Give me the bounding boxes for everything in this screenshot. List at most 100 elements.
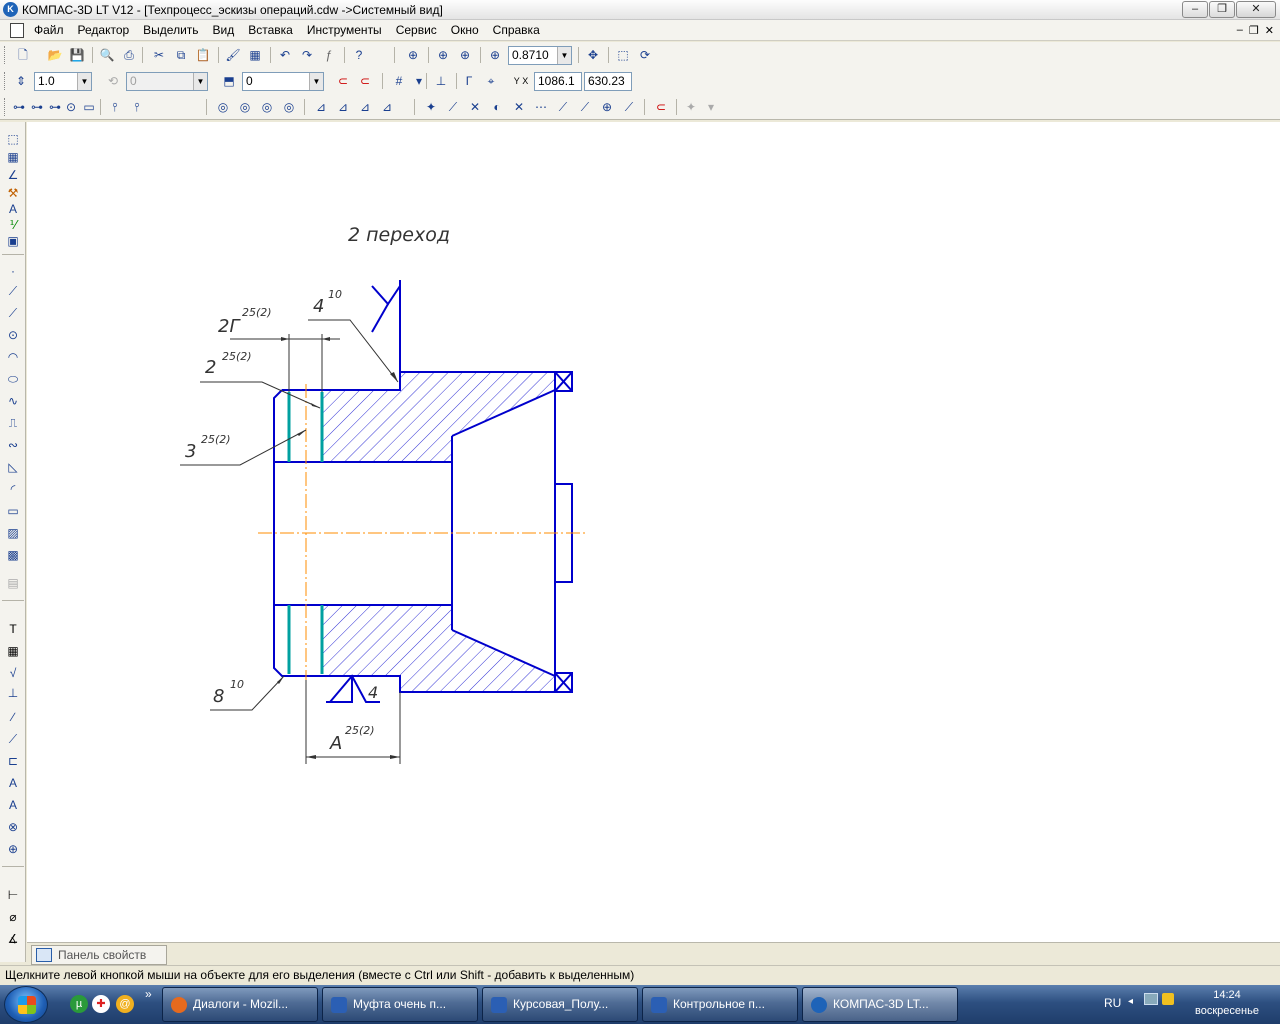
zoom-dropdown-icon[interactable]: ▼: [557, 47, 571, 64]
document-icon[interactable]: [10, 23, 24, 38]
properties-icon[interactable]: ▦: [246, 46, 264, 64]
bezier-icon[interactable]: ∾: [4, 436, 22, 454]
cut-icon[interactable]: ✂: [150, 46, 168, 64]
zoom-all-icon[interactable]: ⊕: [404, 46, 422, 64]
network-icon[interactable]: [1144, 993, 1158, 1005]
grid-tool-icon[interactable]: ▦: [4, 148, 22, 166]
undo-icon[interactable]: ↶: [276, 46, 294, 64]
start-button[interactable]: [4, 986, 48, 1023]
coord-y-field[interactable]: 630.23: [584, 72, 632, 91]
security-warning-icon[interactable]: [1162, 993, 1174, 1005]
snap-tangent-icon[interactable]: ◎: [280, 98, 298, 116]
dimensions-icon[interactable]: ⊶: [28, 98, 46, 116]
param-icon[interactable]: ⫯: [106, 98, 124, 116]
snap-curve-icon[interactable]: ✕: [510, 98, 528, 116]
geometry-icon[interactable]: ⊶: [10, 98, 28, 116]
help-cursor-icon[interactable]: ?: [350, 46, 368, 64]
menu-view[interactable]: Вид: [213, 23, 243, 37]
layer-icon[interactable]: ⬒: [220, 72, 238, 90]
fill-icon[interactable]: ▩: [4, 546, 22, 564]
toolbar-grip[interactable]: [4, 72, 7, 90]
segment-icon[interactable]: ⟋: [4, 304, 22, 322]
language-indicator[interactable]: RU: [1104, 996, 1121, 1010]
copy-icon[interactable]: ⧉: [172, 46, 190, 64]
view-arrow-icon[interactable]: A: [4, 796, 22, 814]
snap-pick-icon[interactable]: ⟋: [620, 98, 638, 116]
restore-button[interactable]: ❐: [1209, 1, 1235, 18]
utorrent-icon[interactable]: µ: [70, 995, 88, 1013]
zoom-in-icon[interactable]: ⊕: [456, 46, 474, 64]
doc-minimize-button[interactable]: –: [1237, 24, 1243, 37]
task-kompas[interactable]: КОМПАС-3D LT...: [802, 987, 958, 1022]
local-cs-icon[interactable]: ⊥: [432, 72, 450, 90]
leader-icon[interactable]: ∕: [4, 708, 22, 726]
circle-icon[interactable]: ⊙: [4, 326, 22, 344]
task-firefox[interactable]: Диалоги - Mozil...: [162, 987, 318, 1022]
layer-field[interactable]: 0 ▼: [242, 72, 324, 91]
ortho-icon[interactable]: Γ: [460, 72, 478, 90]
snap-ortho-icon[interactable]: ⟋: [554, 98, 572, 116]
menu-select[interactable]: Выделить: [143, 23, 206, 37]
diameter-dim-icon[interactable]: ⌀: [4, 908, 22, 926]
cursor-step-field[interactable]: 1.0 ▼: [34, 72, 92, 91]
center-mark-icon[interactable]: ⊕: [4, 840, 22, 858]
text-insert-icon[interactable]: T: [4, 620, 22, 638]
point-tool-icon[interactable]: ·: [4, 262, 22, 280]
paste-icon[interactable]: 📋: [194, 46, 212, 64]
aux-line-icon[interactable]: ⟋: [4, 282, 22, 300]
step-cursor-icon[interactable]: ⇕: [12, 72, 30, 90]
axis-icon[interactable]: ⊗: [4, 818, 22, 836]
menu-tools[interactable]: Инструменты: [307, 23, 390, 37]
snap-par-icon[interactable]: ⟋: [576, 98, 594, 116]
zoom-scale-icon[interactable]: ⊕: [486, 46, 504, 64]
snap-target-icon[interactable]: ⊕: [598, 98, 616, 116]
rectangle-icon[interactable]: ▭: [4, 502, 22, 520]
zoom-field[interactable]: 0.8710 ▼: [508, 46, 572, 65]
layer-dropdown-icon[interactable]: ▼: [309, 73, 323, 90]
menu-insert[interactable]: Вставка: [248, 23, 301, 37]
chamfer-icon[interactable]: ◺: [4, 458, 22, 476]
menu-help[interactable]: Справка: [493, 23, 548, 37]
roughness-icon[interactable]: √: [4, 664, 22, 682]
task-word-2[interactable]: Курсовая_Полу...: [482, 987, 638, 1022]
task-word-3[interactable]: Контрольное п...: [642, 987, 798, 1022]
snap-circle-icon[interactable]: ◐: [488, 98, 506, 116]
coord-x-field[interactable]: 1086.1: [534, 72, 582, 91]
snap-grid-icon[interactable]: ⋯: [532, 98, 550, 116]
properties-tab[interactable]: Панель свойств: [31, 945, 167, 965]
magnet-icon[interactable]: ⊂: [334, 72, 352, 90]
step-dropdown-icon[interactable]: ▼: [77, 73, 91, 90]
redo-icon[interactable]: ↷: [298, 46, 316, 64]
magnet-off-icon[interactable]: ⊂: [356, 72, 374, 90]
polyline-icon[interactable]: ⎍: [4, 414, 22, 432]
doc-close-button[interactable]: ✕: [1265, 24, 1274, 37]
drawing-area[interactable]: 2 переход 2Г 25(2) 4 10 2 25(2) 3 25(2) …: [27, 122, 1280, 942]
measure-icon[interactable]: ⫯: [128, 98, 146, 116]
toolbar-grip[interactable]: [4, 46, 7, 64]
clock[interactable]: 14:24 воскресенье: [1182, 987, 1272, 1019]
tolerance-icon[interactable]: ⊏: [4, 752, 22, 770]
angle-tool-icon[interactable]: ∠: [4, 166, 22, 184]
snap-line-icon[interactable]: ⟋: [444, 98, 462, 116]
open-icon[interactable]: 📂: [46, 46, 64, 64]
menu-edit[interactable]: Редактор: [78, 23, 138, 37]
plus-icon[interactable]: ✚: [92, 995, 110, 1013]
save-icon[interactable]: 💾: [68, 46, 86, 64]
position-icon[interactable]: ⟋: [4, 730, 22, 748]
new-document-icon[interactable]: 🗋: [14, 46, 32, 64]
section-arrow-icon[interactable]: A: [4, 774, 22, 792]
doc-restore-button[interactable]: ❐: [1249, 24, 1259, 37]
menu-window[interactable]: Окно: [451, 23, 487, 37]
linear-dim-icon[interactable]: ⊢: [4, 886, 22, 904]
angle-dim-icon[interactable]: ∡: [4, 930, 22, 948]
point-icon[interactable]: ⊙: [62, 98, 80, 116]
quicklaunch-more-icon[interactable]: »: [145, 987, 152, 1001]
task-word-1[interactable]: Муфта очень п...: [322, 987, 478, 1022]
refresh-icon[interactable]: ⟳: [636, 46, 654, 64]
snap-center-icon[interactable]: ◎: [258, 98, 276, 116]
snap-angle-icon[interactable]: ⊿: [356, 98, 374, 116]
snap-intersect-icon[interactable]: ◎: [236, 98, 254, 116]
menu-file[interactable]: Файл: [34, 23, 72, 37]
spline-icon[interactable]: ∿: [4, 392, 22, 410]
function-icon[interactable]: ƒ: [320, 46, 338, 64]
